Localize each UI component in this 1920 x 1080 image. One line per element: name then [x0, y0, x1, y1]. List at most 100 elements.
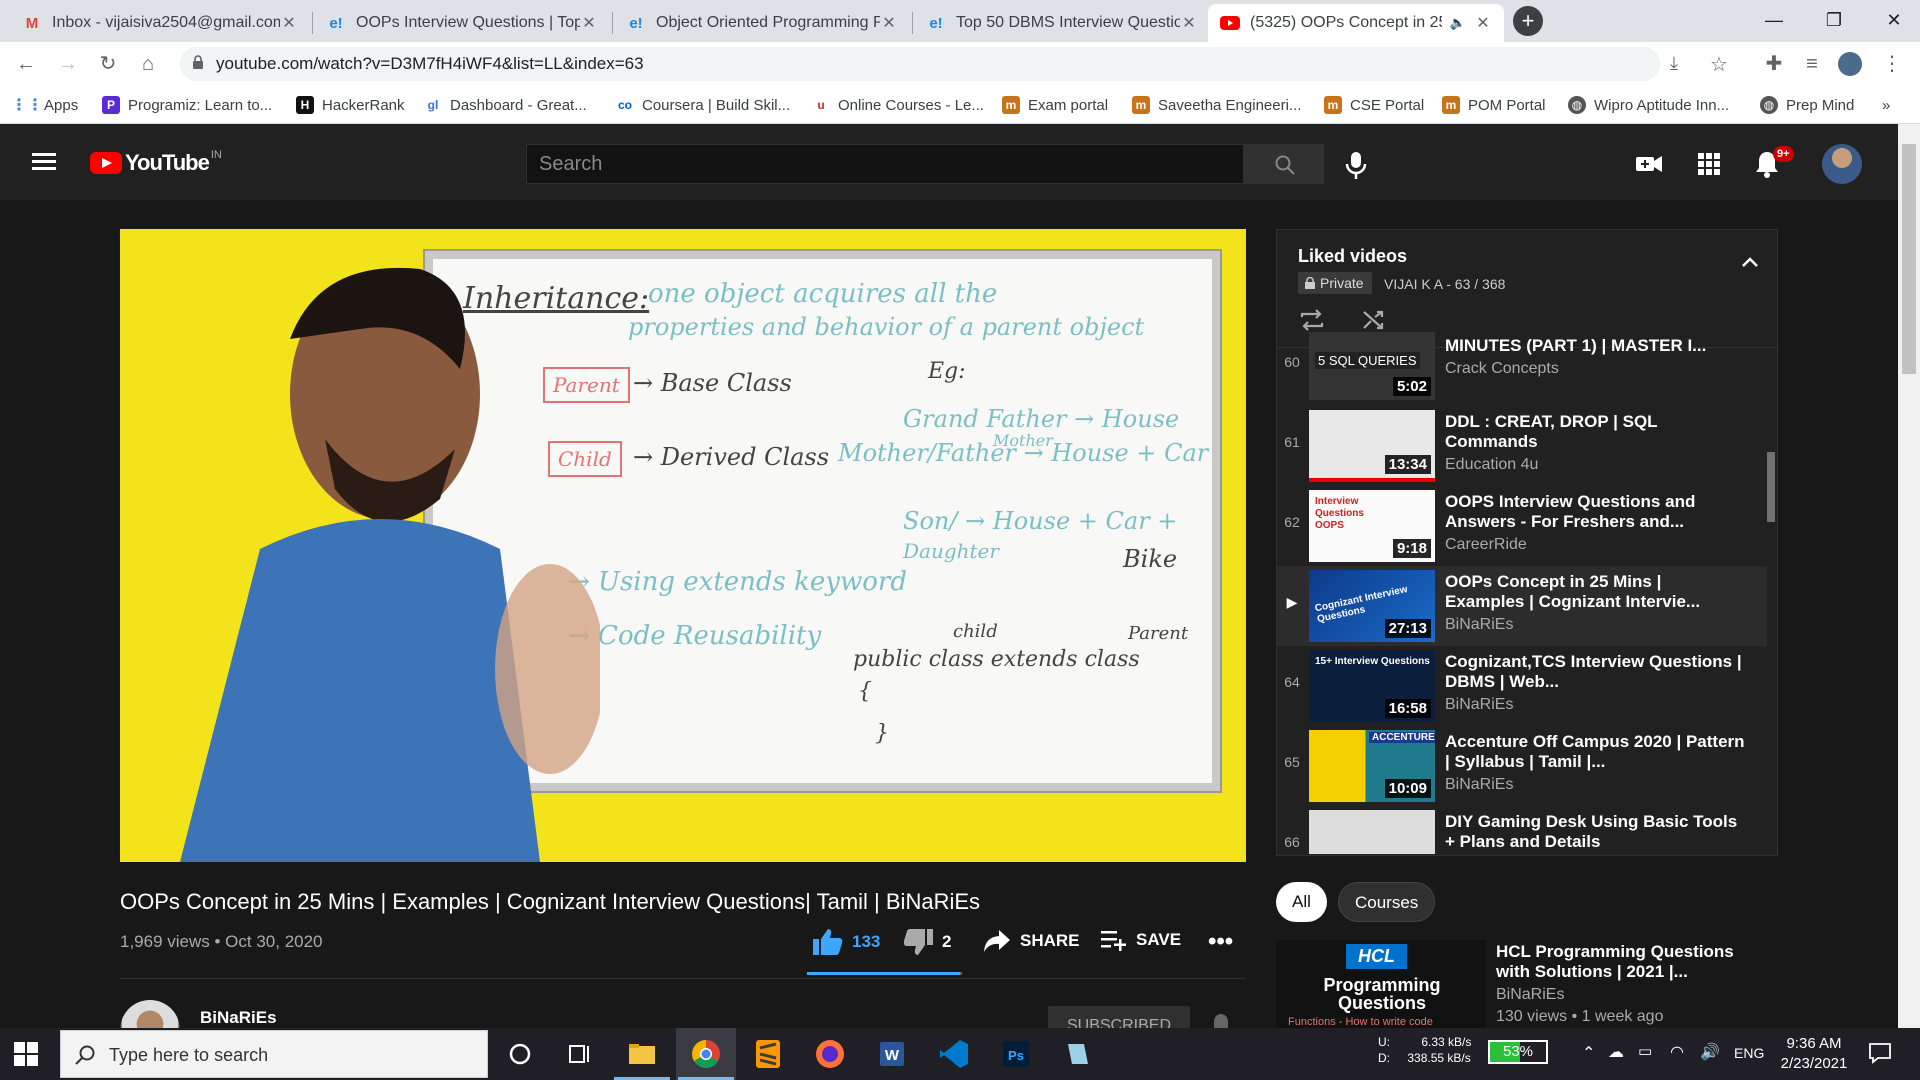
like-button[interactable]: 133: [812, 928, 880, 956]
chip-all[interactable]: All: [1276, 882, 1327, 922]
chevron-up-icon[interactable]: ⌃: [1582, 1043, 1595, 1063]
loop-icon[interactable]: [1299, 308, 1325, 332]
playlist-item[interactable]: 65 ACCENTURE 10:09 Accenture Off Campus …: [1277, 726, 1767, 806]
minimize-button[interactable]: —: [1744, 0, 1804, 42]
channel-name[interactable]: BiNaRiEs: [200, 1008, 277, 1028]
bookmark-prep-mind[interactable]: ◍ Prep Mind: [1760, 94, 1854, 116]
file-explorer-icon[interactable]: [626, 1038, 658, 1070]
bookmark-great-learning[interactable]: gl Dashboard - Great...: [424, 94, 587, 116]
close-icon[interactable]: ✕: [1474, 13, 1492, 33]
volume-icon[interactable]: 🔊: [1700, 1042, 1720, 1062]
chip-courses[interactable]: Courses: [1338, 882, 1436, 922]
youtube-logo[interactable]: YouTube IN: [90, 149, 222, 176]
page-scrollbar-thumb[interactable]: [1902, 144, 1916, 374]
more-actions-icon[interactable]: •••: [1208, 928, 1233, 956]
playlist-item[interactable]: 61 13:34 DDL : CREAT, DROP | SQL Command…: [1277, 406, 1767, 486]
playlist-item[interactable]: 64 15+ Interview Questions 16:58 Cogniza…: [1277, 646, 1767, 726]
playlist-title[interactable]: Liked videos: [1298, 246, 1407, 267]
tab-dbms-interview[interactable]: e! Top 50 DBMS Interview Question ✕: [914, 4, 1210, 42]
close-icon[interactable]: ✕: [1180, 13, 1198, 33]
language-indicator[interactable]: ENG: [1734, 1045, 1764, 1061]
bookmark-udemy[interactable]: u Online Courses - Le...: [812, 94, 984, 116]
shuffle-icon[interactable]: [1361, 308, 1387, 332]
playlist-item-thumbnail: ACCENTURE 10:09: [1309, 730, 1435, 802]
restore-button[interactable]: ❐: [1804, 0, 1864, 42]
chevron-up-icon[interactable]: [1741, 256, 1759, 268]
tab-oop-python[interactable]: e! Object Oriented Programming Py ✕: [614, 4, 910, 42]
save-button[interactable]: SAVE: [1100, 928, 1181, 952]
firefox-icon[interactable]: [814, 1038, 846, 1070]
system-clock[interactable]: 9:36 AM 2/23/2021: [1776, 1034, 1852, 1074]
task-view-icon[interactable]: [564, 1038, 596, 1070]
notes-app-icon[interactable]: [1062, 1038, 1094, 1070]
page-scrollbar[interactable]: [1898, 124, 1920, 1028]
bookmark-hackerrank[interactable]: H HackerRank: [296, 94, 405, 116]
tab-gmail[interactable]: M Inbox - vijaisiva2504@gmail.com ✕: [10, 4, 310, 42]
speaker-icon[interactable]: 🔈: [1450, 15, 1466, 31]
chrome-icon[interactable]: [690, 1038, 722, 1070]
taskbar-search-input[interactable]: Type here to search: [60, 1030, 488, 1078]
onedrive-icon[interactable]: ☁: [1608, 1042, 1624, 1062]
svg-text:Ps: Ps: [1008, 1048, 1024, 1063]
bookmark-apps[interactable]: ⋮⋮ Apps: [11, 94, 78, 116]
channel-avatar[interactable]: [120, 1000, 180, 1028]
forward-icon[interactable]: →: [54, 50, 82, 78]
bookmark-cse-portal[interactable]: m CSE Portal: [1324, 94, 1424, 116]
tab-oops-interview[interactable]: e! OOPs Interview Questions | Top 5 ✕: [314, 4, 610, 42]
reload-icon[interactable]: ↻: [94, 50, 122, 78]
dislike-button[interactable]: 2: [904, 928, 951, 956]
bookmark-pom-portal[interactable]: m POM Portal: [1442, 94, 1546, 116]
search-button[interactable]: [1244, 144, 1324, 184]
playlist-item[interactable]: 66 DIY Gaming Desk Using Basic Tools + P…: [1277, 806, 1767, 854]
home-icon[interactable]: ⌂: [134, 50, 162, 78]
playlist-item-current[interactable]: ▶ Cognizant Interview Questions 27:13 OO…: [1277, 566, 1767, 646]
playlist-item[interactable]: 60 5 SQL QUERIES 5:02 MINUTES (PART 1) |…: [1277, 332, 1767, 402]
user-avatar[interactable]: [1822, 144, 1862, 184]
channel-bell-icon[interactable]: [1208, 1012, 1234, 1028]
bookmark-star-icon[interactable]: ☆: [1710, 52, 1728, 77]
youtube-logo-text: YouTube: [125, 150, 210, 175]
tab-youtube-active[interactable]: (5325) OOPs Concept in 25 M 🔈 ✕: [1208, 4, 1504, 42]
cortana-icon[interactable]: [504, 1038, 536, 1070]
windows-start-icon[interactable]: [14, 1042, 38, 1066]
hamburger-menu-icon[interactable]: [32, 153, 56, 171]
playlist-owner-progress: VIJAI K A - 63 / 368: [1384, 276, 1506, 292]
search-input[interactable]: Search: [526, 144, 1244, 184]
apps-grid-icon[interactable]: [1694, 150, 1724, 178]
sublime-text-icon[interactable]: [752, 1038, 784, 1070]
vscode-icon[interactable]: [938, 1038, 970, 1070]
playlist-item[interactable]: 62 Interview Questions OOPS 9:18 OOPS In…: [1277, 486, 1767, 566]
word-icon[interactable]: W: [876, 1038, 908, 1070]
install-icon[interactable]: ⤓: [1670, 53, 1678, 74]
bookmark-exam-portal[interactable]: m Exam portal: [1002, 94, 1108, 116]
action-center-icon[interactable]: [1868, 1042, 1892, 1064]
battery-meter[interactable]: 53%: [1488, 1040, 1548, 1064]
playlist-scrollbar[interactable]: [1767, 452, 1775, 522]
new-tab-button[interactable]: +: [1513, 6, 1543, 36]
create-video-icon[interactable]: [1634, 150, 1664, 178]
bookmark-wipro[interactable]: ◍ Wipro Aptitude Inn...: [1568, 94, 1729, 116]
video-player[interactable]: Inheritance: one object acquires all the…: [120, 229, 1246, 862]
close-icon[interactable]: ✕: [580, 13, 598, 33]
recommended-video[interactable]: HCL Programming Questions Functions - Ho…: [1276, 940, 1776, 1028]
wifi-icon[interactable]: ◠: [1670, 1042, 1684, 1062]
bookmark-saveetha[interactable]: m Saveetha Engineeri...: [1132, 94, 1301, 116]
address-bar[interactable]: youtube.com/watch?v=D3M7fH4iWF4&list=LL&…: [180, 47, 1728, 81]
photoshop-icon[interactable]: Ps: [1000, 1038, 1032, 1070]
window-close-button[interactable]: ✕: [1864, 0, 1920, 42]
menu-dots-icon[interactable]: ⋮: [1878, 50, 1906, 78]
bookmark-coursera[interactable]: co Coursera | Build Skil...: [616, 94, 790, 116]
close-icon[interactable]: ✕: [280, 13, 298, 33]
url-text[interactable]: youtube.com/watch?v=D3M7fH4iWF4&list=LL&…: [216, 54, 644, 74]
microphone-icon[interactable]: [1342, 150, 1370, 180]
back-icon[interactable]: ←: [12, 50, 40, 78]
profile-avatar-icon[interactable]: [1836, 50, 1864, 78]
media-control-icon[interactable]: ≡: [1798, 50, 1826, 78]
battery-icon[interactable]: ▭: [1638, 1042, 1652, 1060]
more-bookmarks-button[interactable]: »: [1882, 94, 1890, 116]
extensions-icon[interactable]: ✚: [1760, 50, 1788, 78]
subscribed-button[interactable]: SUBSCRIBED: [1048, 1006, 1190, 1028]
share-button[interactable]: SHARE: [982, 928, 1080, 954]
bookmark-programiz[interactable]: P Programiz: Learn to...: [102, 94, 272, 116]
close-icon[interactable]: ✕: [880, 13, 898, 33]
